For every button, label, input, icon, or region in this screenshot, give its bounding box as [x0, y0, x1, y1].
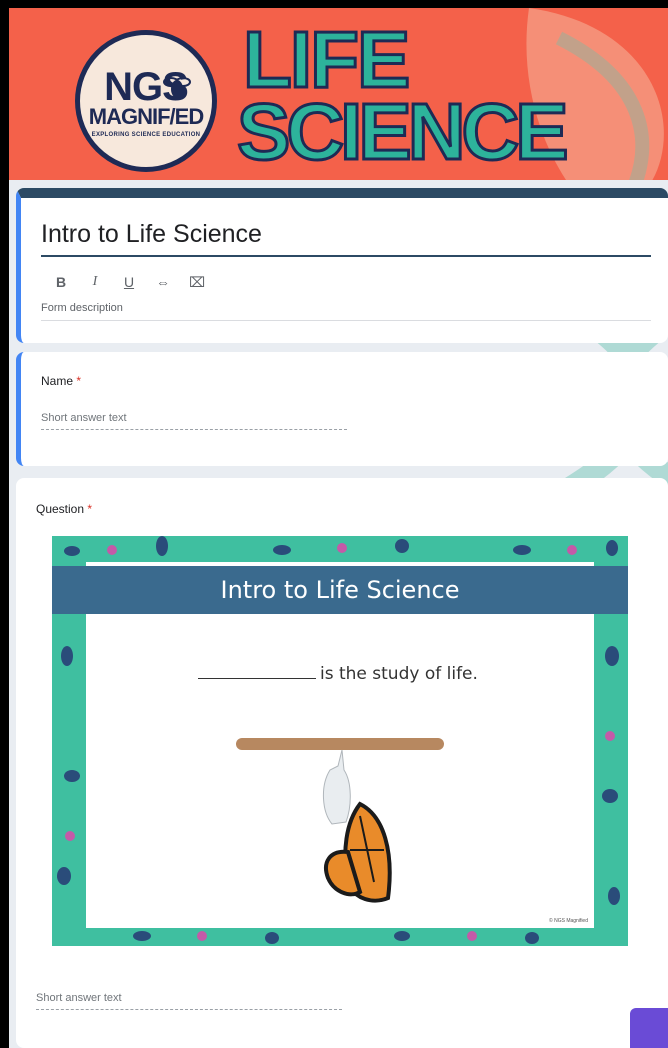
ngs-magnified-logo: NGS MAGNIF/ED EXPLORING SCIENCE EDUCATIO…: [75, 30, 217, 172]
question-label: Question *: [36, 502, 93, 516]
slide-sentence: is the study of life.: [198, 664, 478, 684]
fly-icon: [163, 77, 191, 98]
short-answer-field[interactable]: Short answer text: [36, 992, 342, 1010]
bold-button[interactable]: B: [53, 274, 69, 291]
link-icon[interactable]: ⇔: [155, 274, 171, 291]
logo-sub-text: MAGNIF/ED: [88, 104, 204, 129]
clear-format-icon[interactable]: ⌧: [189, 274, 205, 291]
add-question-fab[interactable]: [630, 1008, 668, 1048]
header-banner: NGS MAGNIF/ED EXPLORING SCIENCE EDUCATIO…: [9, 8, 668, 180]
chrysalis-butterfly-illustration: [236, 738, 444, 903]
required-asterisk: *: [87, 502, 93, 516]
short-answer-field[interactable]: Short answer text: [41, 412, 347, 430]
question-image: Intro to Life Science is the study of li…: [52, 536, 628, 946]
question-label: Name *: [41, 374, 82, 388]
underline-button[interactable]: U: [121, 274, 137, 291]
question-card-image[interactable]: Question * Intro to Life Science is the …: [16, 478, 668, 1048]
banner-title-line2: SCIENCE: [236, 87, 571, 176]
slide-title: Intro to Life Science: [52, 566, 628, 614]
question-card-name[interactable]: Name * Short answer text: [16, 352, 668, 466]
slide-copyright: © NGS Magnified: [549, 918, 588, 924]
text-format-toolbar: B I U ⇔ ⌧: [53, 274, 205, 291]
banner-title: LIFE SCIENCE: [236, 18, 637, 176]
italic-button[interactable]: I: [87, 274, 103, 291]
required-asterisk: *: [76, 374, 82, 388]
logo-tagline: EXPLORING SCIENCE EDUCATION: [91, 132, 201, 138]
fill-blank-line: [198, 678, 316, 679]
form-title-input[interactable]: Intro to Life Science: [41, 220, 651, 257]
form-description-input[interactable]: Form description: [41, 302, 651, 321]
form-title-card[interactable]: Intro to Life Science B I U ⇔ ⌧ Form des…: [16, 188, 668, 343]
